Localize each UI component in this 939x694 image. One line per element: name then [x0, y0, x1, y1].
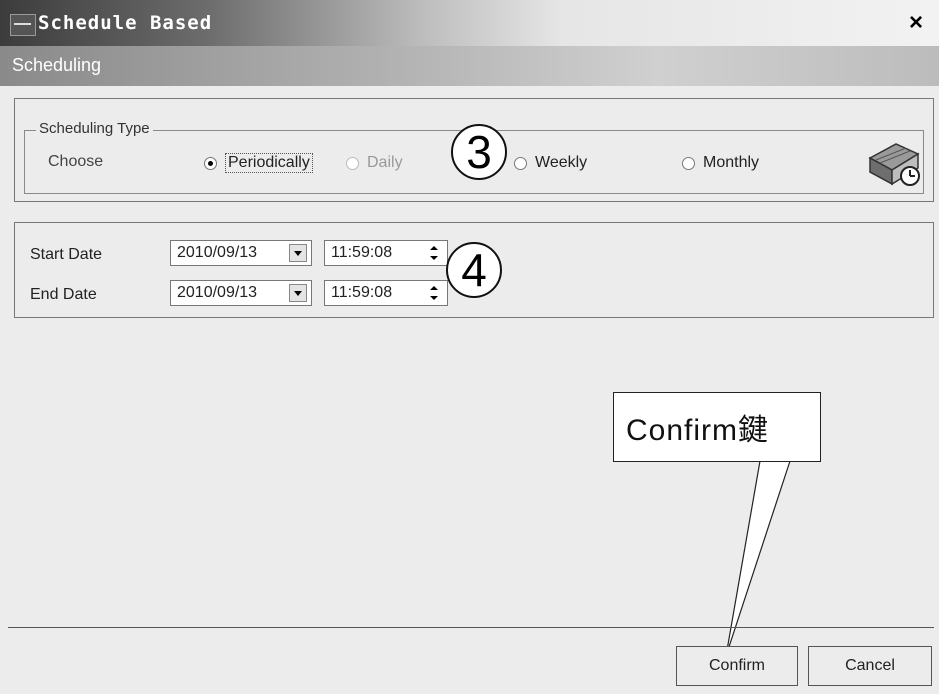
radio-periodically-label: Periodically: [225, 153, 313, 173]
radio-weekly-dot[interactable]: [514, 156, 527, 170]
start-time-value: 11:59:08: [331, 244, 393, 261]
confirm-button[interactable]: Confirm: [676, 646, 798, 686]
radio-periodically[interactable]: Periodically: [204, 152, 313, 174]
callout-marker-3: 3: [451, 124, 507, 180]
start-date-label: Start Date: [30, 246, 103, 263]
end-time-spinner[interactable]: [425, 283, 443, 303]
scheduler-clock-icon: [868, 143, 920, 186]
section-header-title: Scheduling: [12, 55, 102, 75]
radio-periodically-dot[interactable]: [204, 156, 217, 170]
cancel-button[interactable]: Cancel: [808, 646, 932, 686]
radio-daily-label: Daily: [367, 154, 403, 171]
callout-marker-4: 4: [446, 242, 502, 298]
start-date-dropdown-icon[interactable]: [289, 244, 307, 262]
choose-label: Choose: [48, 153, 104, 170]
start-time-spinner[interactable]: [425, 243, 443, 263]
start-date-value: 2010/09/13: [177, 244, 258, 261]
title-bar[interactable]: Schedule Based ×: [0, 0, 939, 46]
end-date-label: End Date: [30, 286, 97, 303]
radio-weekly-label: Weekly: [535, 154, 588, 171]
radio-monthly-dot[interactable]: [682, 156, 695, 170]
close-button[interactable]: ×: [903, 10, 929, 36]
spin-down-icon[interactable]: [425, 253, 443, 263]
spin-up-icon[interactable]: [425, 243, 443, 253]
start-date-picker[interactable]: 2010/09/13: [170, 240, 312, 266]
radio-monthly[interactable]: Monthly: [682, 152, 759, 174]
spin-up-icon[interactable]: [425, 283, 443, 293]
end-date-value: 2010/09/13: [177, 284, 258, 301]
radio-weekly[interactable]: Weekly: [514, 152, 587, 174]
end-date-dropdown-icon[interactable]: [289, 284, 307, 302]
end-date-picker[interactable]: 2010/09/13: [170, 280, 312, 306]
footer-divider: [8, 627, 934, 628]
spin-down-icon[interactable]: [425, 293, 443, 303]
end-time-field[interactable]: 11:59:08: [324, 280, 448, 306]
schedule-window: Schedule Based × Scheduling Scheduling T…: [0, 0, 939, 694]
app-icon: [10, 14, 36, 36]
end-time-value: 11:59:08: [331, 284, 393, 301]
scheduling-type-legend: Scheduling Type: [36, 120, 153, 137]
radio-monthly-label: Monthly: [703, 154, 760, 171]
window-title: Schedule Based: [38, 12, 213, 34]
section-header: Scheduling: [0, 46, 939, 86]
radio-daily-dot[interactable]: [346, 156, 359, 170]
start-time-field[interactable]: 11:59:08: [324, 240, 448, 266]
radio-daily[interactable]: Daily: [346, 152, 403, 174]
confirm-annotation-box: Confirm鍵: [613, 392, 821, 462]
